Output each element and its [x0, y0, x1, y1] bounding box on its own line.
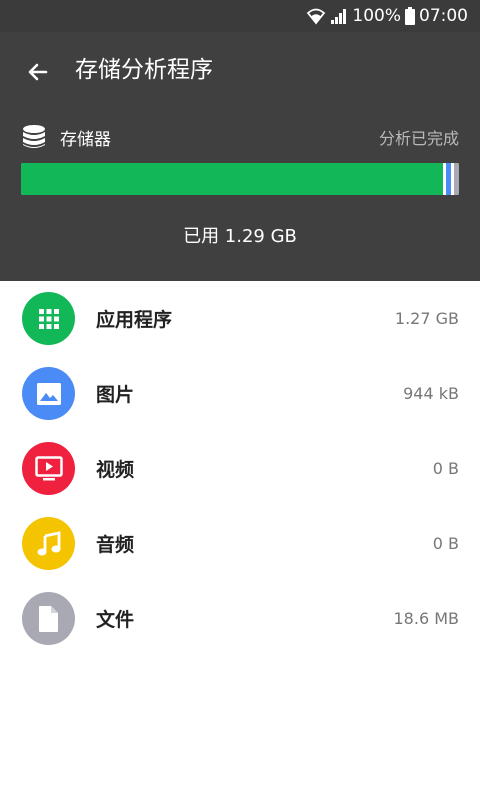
battery-icon	[405, 7, 415, 25]
category-label: 文件	[96, 609, 135, 631]
music-note-icon	[37, 530, 60, 555]
category-size: 18.6 MB	[393, 609, 460, 628]
back-button[interactable]	[18, 52, 58, 92]
used-storage-text: 已用 1.29 GB	[183, 226, 297, 247]
storage-label: 存储器	[60, 129, 111, 150]
usage-segment-files	[454, 163, 459, 195]
category-size: 0 B	[432, 534, 459, 553]
analysis-status: 分析已完成	[378, 129, 459, 148]
file-icon	[38, 605, 58, 632]
list-item-images[interactable]: 图片 944 kB	[0, 356, 480, 431]
category-label: 应用程序	[96, 309, 173, 331]
video-icon	[34, 455, 63, 480]
videos-circle	[22, 442, 75, 495]
wifi-icon	[306, 7, 326, 25]
storage-usage-bar	[21, 163, 459, 195]
back-arrow-icon	[28, 63, 48, 81]
list-item-audio[interactable]: 音频 0 B	[0, 506, 480, 581]
category-size: 1.27 GB	[394, 309, 459, 328]
storage-row: 存储器 分析已完成	[22, 122, 459, 152]
status-bar: 100% 07:00	[0, 0, 480, 32]
apps-grid-icon	[38, 308, 59, 329]
category-size: 944 kB	[403, 384, 459, 403]
storage-header: 存储分析程序 存储器 分析已完成 已用 1.29 GB	[0, 32, 480, 281]
apps-circle	[22, 292, 75, 345]
category-label: 视频	[96, 459, 135, 481]
clock: 07:00	[419, 6, 468, 26]
page-title: 存储分析程序	[75, 57, 213, 83]
list-item-videos[interactable]: 视频 0 B	[0, 431, 480, 506]
category-list: 应用程序 1.27 GB 图片 944 kB 视频 0 B 音频 0 B 文件 …	[0, 281, 480, 656]
images-circle	[22, 367, 75, 420]
category-label: 音频	[96, 534, 135, 556]
list-item-files[interactable]: 文件 18.6 MB	[0, 581, 480, 656]
usage-segment-apps	[21, 163, 443, 195]
image-icon	[36, 382, 61, 405]
category-size: 0 B	[432, 459, 459, 478]
signal-icon	[330, 7, 348, 25]
audio-circle	[22, 517, 75, 570]
files-circle	[22, 592, 75, 645]
list-item-apps[interactable]: 应用程序 1.27 GB	[0, 281, 480, 356]
battery-percent: 100%	[352, 6, 401, 26]
category-label: 图片	[96, 384, 135, 406]
database-icon	[23, 125, 45, 148]
